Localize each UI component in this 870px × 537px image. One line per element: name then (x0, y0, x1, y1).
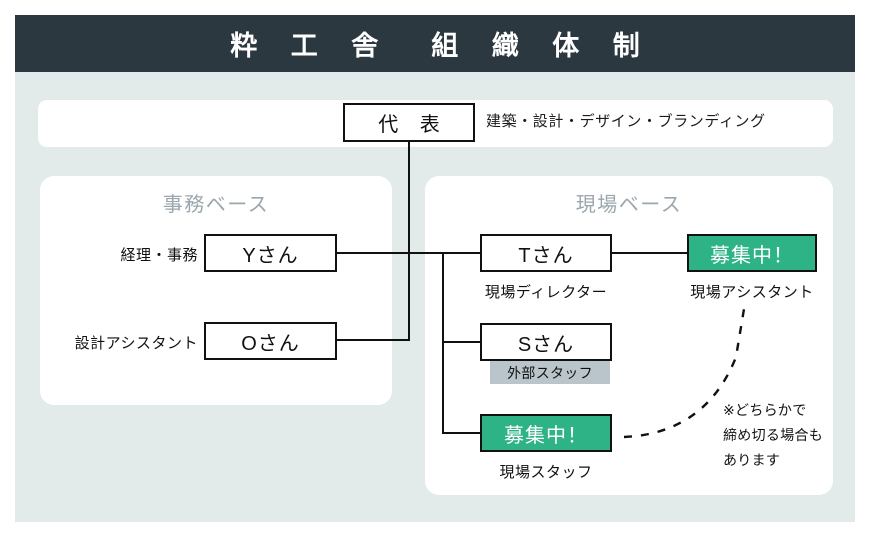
organization-chart: 粋 工 舎 組 織 体 制 建築・設計・デザイン・ブランディング 事務ベース 現… (0, 0, 870, 537)
node-site-assistant-label: 募集中！ (710, 244, 794, 267)
node-t-san-label: Tさん (518, 244, 574, 267)
node-o-san[interactable]: Oさん (204, 322, 337, 360)
node-t-san[interactable]: Tさん (480, 234, 612, 272)
label-accounting-office: 経理・事務 (120, 247, 198, 264)
caption-site-staff: 現場スタッフ (499, 464, 593, 481)
caption-site-director: 現場ディレクター (484, 284, 608, 301)
node-representative[interactable]: 代 表 (343, 103, 475, 142)
connector-site-director (442, 252, 480, 254)
page-title: 粋 工 舎 組 織 体 制 (230, 31, 653, 61)
node-o-san-label: Oさん (241, 332, 300, 355)
node-representative-label: 代 表 (378, 114, 448, 136)
panel-site-title: 現場ベース (575, 194, 683, 216)
node-s-san-label: Sさん (517, 333, 575, 356)
node-site-staff-recruiting[interactable]: 募集中！ (480, 414, 612, 452)
node-y-san-label: Yさん (242, 244, 299, 267)
connector-director-to-assistant (612, 252, 687, 254)
connector-office-bottom-vertical (408, 253, 410, 341)
node-site-staff-label: 募集中！ (504, 424, 588, 447)
label-design-assistant: 設計アシスタント (74, 335, 198, 352)
connector-site-trunk (442, 252, 444, 434)
header-bar: 粋 工 舎 組 織 体 制 (15, 15, 855, 72)
panel-office-title: 事務ベース (162, 194, 270, 216)
representative-subtitle: 建築・設計・デザイン・ブランディング (486, 113, 766, 130)
connector-site-external (442, 341, 480, 343)
node-site-assistant-recruiting[interactable]: 募集中！ (687, 234, 817, 272)
dashed-link-curve (623, 308, 746, 439)
node-s-san[interactable]: Sさん (480, 323, 612, 361)
panel-office-base: 事務ベース (40, 176, 392, 405)
connector-office-bottom-horizontal (337, 339, 410, 341)
node-y-san[interactable]: Yさん (204, 234, 337, 272)
connector-site-staff (442, 432, 480, 434)
badge-external-staff: 外部スタッフ (490, 361, 610, 384)
note-line-3: あります (723, 452, 781, 468)
